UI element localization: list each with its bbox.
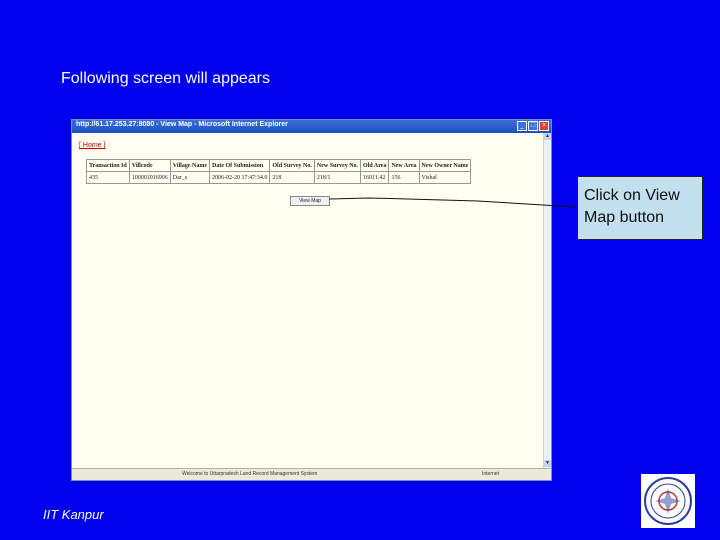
security-zone: Internet: [482, 471, 499, 477]
footer-text: IIT Kanpur: [43, 507, 104, 522]
close-icon[interactable]: ×: [539, 121, 549, 131]
table-cell: 218/1: [313, 171, 362, 184]
table-cell: 218: [269, 171, 315, 184]
home-link[interactable]: [ Home ]: [79, 142, 105, 149]
table-header-row: Transaction Id Villcode Village Name Dat…: [86, 159, 472, 172]
window-controls: _ □ ×: [517, 121, 549, 131]
column-header: Transaction Id: [86, 159, 130, 172]
browser-title: http://61.17.253.27:8080 - View Map - Mi…: [76, 121, 288, 128]
minimize-icon[interactable]: _: [517, 121, 527, 131]
transaction-table: Transaction Id Villcode Village Name Dat…: [86, 159, 472, 184]
table-cell: 435: [86, 171, 130, 184]
maximize-icon[interactable]: □: [528, 121, 538, 131]
table-row: 435 100001016906 Dar_s 2006-02-20 17:47:…: [86, 171, 472, 184]
table-cell: 100001016906: [128, 171, 171, 184]
column-header: Villcode: [128, 159, 171, 172]
callout-box: Click on View Map button: [577, 176, 703, 240]
browser-window: http://61.17.253.27:8080 - View Map - Mi…: [71, 119, 552, 481]
iit-kanpur-logo: [641, 474, 695, 528]
column-header: New Area: [388, 159, 420, 172]
column-header: Old Survey No.: [269, 159, 315, 172]
browser-titlebar: http://61.17.253.27:8080 - View Map - Mi…: [72, 120, 551, 133]
table-cell: 156: [388, 171, 420, 184]
slide-title: Following screen will appears: [61, 70, 270, 87]
table-cell: 2006-02-20 17:47:34.0: [209, 171, 271, 184]
table-cell: 16011.42: [360, 171, 390, 184]
vertical-scrollbar[interactable]: [543, 133, 551, 469]
column-header: New Owner Name: [418, 159, 472, 172]
column-header: Date Of Submission: [209, 159, 271, 172]
table-cell: Vishal: [418, 171, 472, 184]
column-header: Village Name: [169, 159, 211, 172]
scroll-down-icon[interactable]: ▼: [544, 460, 551, 467]
column-header: New Survey No.: [313, 159, 362, 172]
table-cell: Dar_s: [169, 171, 211, 184]
status-text: Welcome to Uttarpradesh Land Record Mana…: [182, 471, 318, 477]
seal-icon: [644, 477, 692, 525]
view-map-button[interactable]: View Map: [290, 196, 330, 206]
status-bar: Welcome to Uttarpradesh Land Record Mana…: [72, 468, 551, 480]
column-header: Old Area: [360, 159, 390, 172]
scroll-up-icon[interactable]: ▲: [544, 133, 551, 140]
